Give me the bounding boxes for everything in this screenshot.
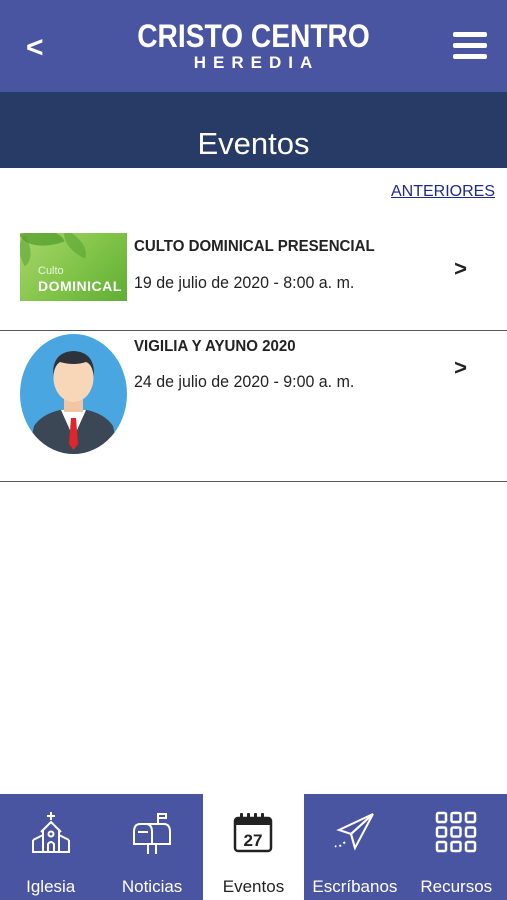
paper-plane-icon <box>334 813 374 851</box>
thumb-caption-line2: DOMINICAL <box>38 278 122 294</box>
event-title: CULTO DOMINICAL PRESENCIAL <box>134 238 375 255</box>
tab-noticias[interactable]: Noticias <box>101 794 202 900</box>
person-avatar-icon <box>20 334 127 454</box>
tab-label: Eventos <box>222 877 285 896</box>
tab-label: Iglesia <box>26 877 76 896</box>
bottom-tab-bar: Iglesia Noticias 27 Eventos Escríbanos R… <box>0 794 507 900</box>
grid-icon <box>436 811 477 853</box>
chevron-right-icon[interactable]: > <box>454 256 467 282</box>
event-title: VIGILIA Y AYUNO 2020 <box>134 338 296 355</box>
event-date: 19 de julio de 2020 - 8:00 a. m. <box>134 273 355 292</box>
calendar-icon: 27 <box>234 813 273 853</box>
tab-escribanos[interactable]: Escríbanos <box>304 794 405 900</box>
event-thumbnail: Culto DOMINICAL <box>20 233 127 301</box>
tab-recursos[interactable]: Recursos <box>406 794 507 900</box>
tab-label: Recursos <box>420 877 493 896</box>
event-row[interactable]: VIGILIA Y AYUNO 2020 24 de julio de 2020… <box>0 331 507 482</box>
page-title-bar: Eventos <box>0 92 507 168</box>
tab-eventos[interactable]: 27 Eventos <box>202 794 305 900</box>
thumb-caption-line1: Culto <box>38 265 64 277</box>
hamburger-menu-icon[interactable] <box>453 32 487 60</box>
previous-events-link[interactable]: ANTERIORES <box>391 183 495 201</box>
event-date: 24 de julio de 2020 - 9:00 a. m. <box>134 372 355 391</box>
app-header: < CRISTO CENTRO HEREDIA <box>0 0 507 92</box>
event-row[interactable]: Culto DOMINICAL CULTO DOMINICAL PRESENCI… <box>0 212 507 331</box>
app-logo: CRISTO CENTRO HEREDIA <box>0 18 507 72</box>
chevron-right-icon[interactable]: > <box>454 355 467 381</box>
tab-label: Noticias <box>121 877 183 896</box>
logo-main-text: CRISTO CENTRO <box>137 18 370 54</box>
church-icon <box>31 812 70 853</box>
logo-sub-text: HEREDIA <box>193 53 320 72</box>
tab-iglesia[interactable]: Iglesia <box>0 794 101 900</box>
page-title: Eventos <box>197 126 310 161</box>
calendar-day-text: 27 <box>244 831 263 850</box>
tab-label: Escríbanos <box>312 877 398 896</box>
mailbox-icon <box>133 813 172 854</box>
